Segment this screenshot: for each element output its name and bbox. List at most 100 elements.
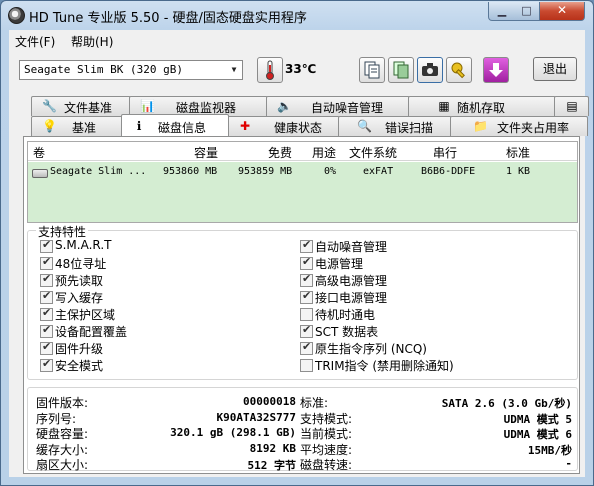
download-arrow-icon	[489, 63, 503, 77]
tab-health[interactable]: ✚ 健康状态	[227, 116, 340, 136]
info-value-left: 8192 KB	[249, 441, 296, 455]
info-value-right: UDMA 模式 6	[503, 428, 572, 441]
tab-random-access[interactable]: ▦ 随机存取	[408, 96, 556, 116]
grid-icon: ▤	[566, 99, 578, 113]
chevron-down-icon: ▼	[231, 65, 237, 74]
tab-disk-monitor[interactable]: 📊 磁盘监视器	[129, 96, 268, 116]
info-label-left: 缓存大小:	[36, 442, 89, 457]
col-capacity[interactable]: 容量	[194, 144, 218, 161]
scatter-chart-icon: ▦	[438, 99, 450, 113]
checkbox[interactable]: ✔	[300, 340, 313, 355]
tab-file-benchmark[interactable]: 🔧 文件基准	[31, 96, 131, 116]
info-label-left: 固件版本:	[36, 396, 89, 410]
feature-label: 预先读取	[55, 274, 104, 288]
options-button[interactable]	[446, 57, 472, 83]
volume-row[interactable]: Seagate Slim ... 953860 MB 953859 MB 0% …	[28, 162, 577, 182]
tab-error-scan[interactable]: 🔍 错误扫描	[338, 116, 452, 136]
info-value-left: 00000018	[243, 395, 296, 408]
volume-list[interactable]: 卷 容量 免费 用途 文件系统 串行 标准 Seagate Slim ... 9…	[27, 141, 578, 223]
feature-label: S.M.A.R.T	[55, 238, 112, 252]
checkbox[interactable]: ✔	[300, 289, 313, 304]
volume-list-header: 卷 容量 免费 用途 文件系统 串行 标准	[28, 142, 577, 161]
info-value-right: -	[565, 457, 572, 470]
checkbox[interactable]: ✔	[40, 238, 53, 253]
title-bar[interactable]: HD Tune 专业版 5.50 - 硬盘/固态硬盘实用程序 ▁ □ ✕	[1, 1, 593, 29]
feature-label: 原生指令序列 (NCQ)	[315, 342, 427, 356]
feature-label: 安全模式	[55, 359, 104, 373]
checkbox[interactable]: ✔	[300, 323, 313, 338]
info-label-right: 平均速度:	[300, 442, 353, 457]
checkbox[interactable]: ✔	[40, 289, 53, 304]
menu-file[interactable]: 文件(F)	[15, 33, 55, 50]
drive-icon	[32, 169, 48, 178]
col-block[interactable]: 标准	[506, 144, 530, 161]
check-icon: ✔	[302, 289, 312, 302]
info-value-right: SATA 2.6 (3.0 Gb/秒)	[441, 397, 572, 410]
info-label-left: 硬盘容量:	[36, 427, 89, 441]
col-free[interactable]: 免费	[268, 144, 292, 161]
drive-select[interactable]: Seagate Slim BK (320 gB) ▼	[19, 60, 243, 80]
checkbox[interactable]: ✔	[40, 323, 53, 338]
hdtune-app-icon	[8, 7, 25, 24]
disk-info-panel: 卷 容量 免费 用途 文件系统 串行 标准 Seagate Slim ... 9…	[23, 136, 580, 474]
tools-icon	[451, 62, 465, 79]
folder-icon: 📁	[473, 119, 488, 133]
checkbox[interactable]: ✔	[40, 255, 53, 270]
tab-disk-info[interactable]: ℹ 磁盘信息	[121, 114, 229, 136]
volume-list-empty-area	[28, 182, 577, 222]
info-label-right: 磁盘转速:	[300, 458, 353, 472]
checkbox[interactable]: ✔	[300, 308, 313, 321]
check-icon: ✔	[42, 357, 52, 370]
checkbox[interactable]: ✔	[300, 255, 313, 270]
checkbox[interactable]: ✔	[300, 272, 313, 287]
save-button[interactable]	[483, 57, 509, 83]
check-icon: ✔	[302, 340, 312, 353]
drive-select-value: Seagate Slim BK (320 gB)	[24, 63, 183, 76]
health-cross-icon: ✚	[239, 119, 251, 133]
exit-button[interactable]: 退出	[533, 57, 577, 81]
info-value-left: 320.1 gB (298.1 GB)	[170, 426, 296, 439]
menu-help[interactable]: 帮助(H)	[71, 33, 113, 50]
feature-label: 待机时通电	[315, 308, 376, 322]
check-icon: ✔	[42, 272, 52, 285]
thermometer-icon	[266, 60, 274, 80]
info-value-right: 15MB/秒	[527, 443, 572, 457]
camera-icon	[422, 63, 438, 76]
screenshot-button[interactable]	[417, 57, 443, 83]
thermometer-button[interactable]	[257, 57, 283, 83]
tab-benchmark[interactable]: 💡 基准	[31, 116, 123, 136]
col-serial[interactable]: 串行	[433, 144, 457, 161]
feature-label: 写入缓存	[55, 291, 104, 305]
col-usage[interactable]: 用途	[312, 144, 336, 161]
copy-info-button[interactable]	[388, 57, 414, 83]
close-button[interactable]: ✕	[539, 2, 585, 21]
bulb-icon: 💡	[42, 119, 57, 133]
col-filesystem[interactable]: 文件系统	[349, 144, 397, 161]
tab-extra[interactable]: ▤	[554, 96, 589, 116]
feature-label: 设备配置覆盖	[55, 325, 128, 339]
checkbox[interactable]: ✔	[40, 340, 53, 355]
check-icon: ✔	[302, 238, 312, 251]
info-label-right: 支持模式:	[300, 411, 353, 426]
feature-label: 48位寻址	[55, 257, 107, 271]
maximize-button[interactable]: □	[514, 2, 540, 21]
magnifier-icon: 🔍	[357, 119, 372, 133]
checkbox[interactable]: ✔	[300, 359, 313, 372]
checkbox[interactable]: ✔	[40, 306, 53, 321]
feature-label: 自动噪音管理	[315, 240, 388, 254]
check-icon: ✔	[42, 306, 52, 319]
check-icon: ✔	[42, 289, 52, 302]
tab-noise-management[interactable]: 🔈 自动噪音管理	[266, 96, 410, 116]
copy-text-button[interactable]	[359, 57, 385, 83]
check-icon: ✔	[302, 323, 312, 336]
col-volume[interactable]: 卷	[33, 144, 45, 161]
tab-folder-usage[interactable]: 📁 文件夹占用率	[450, 116, 588, 136]
checkbox[interactable]: ✔	[40, 272, 53, 287]
checkbox[interactable]: ✔	[40, 357, 53, 372]
info-label-right: 标准:	[300, 396, 329, 410]
checkbox[interactable]: ✔	[300, 238, 313, 253]
info-value-left: K90ATA32S777	[216, 410, 296, 424]
minimize-button[interactable]: ▁	[488, 2, 516, 21]
feature-label: SCT 数据表	[315, 325, 379, 339]
check-icon: ✔	[42, 340, 52, 353]
